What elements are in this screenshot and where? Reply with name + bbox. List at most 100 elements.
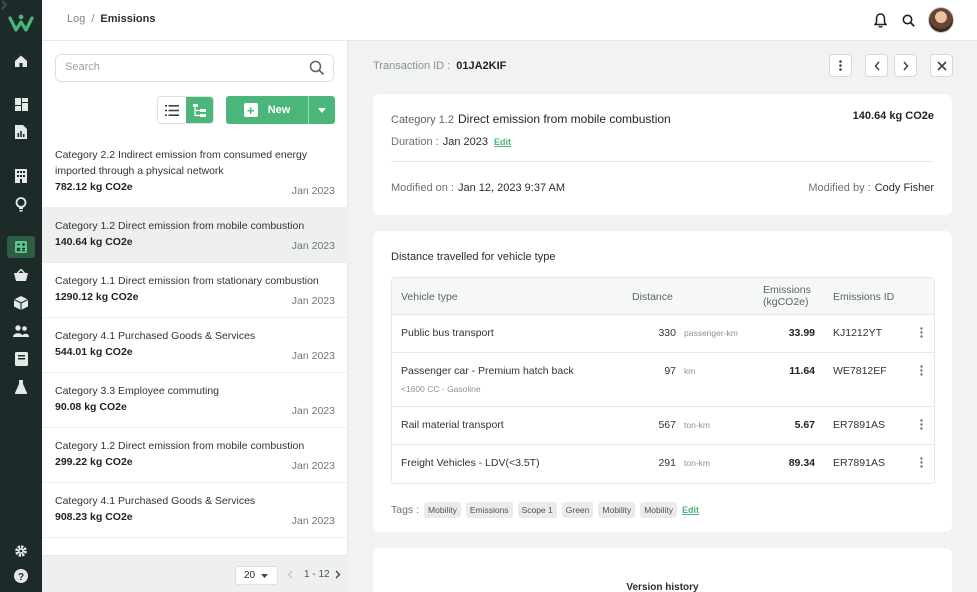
row-menu-icon[interactable] — [916, 327, 926, 341]
version-history-title: Version history — [626, 582, 699, 592]
users-icon[interactable] — [11, 321, 31, 341]
modified-on: Modified on : Jan 12, 2023 9:37 AM — [391, 182, 565, 194]
transaction-id-row: Transaction ID : 01JA2KIF — [373, 60, 506, 72]
dashboard-icon[interactable] — [11, 94, 31, 114]
duration-edit-link[interactable]: Edit — [494, 137, 511, 147]
header-distance[interactable]: Distance — [632, 291, 673, 303]
list-item-title: Category 4.1 Purchased Goods & Services — [55, 495, 256, 507]
summary-category-code: Category 1.2 — [391, 114, 454, 126]
list-item[interactable]: Category 1.1 Direct emission from statio… — [42, 263, 348, 318]
table-row[interactable]: Public bus transport 330 passenger-km 33… — [392, 315, 934, 353]
book-icon[interactable] — [11, 349, 31, 369]
table-row[interactable]: Freight Vehicles - LDV(<3.5T) 291 ton-km… — [392, 445, 934, 483]
vehicle-distance-card: Distance travelled for vehicle type Vehi… — [373, 231, 952, 532]
cell-emissions: 33.99 — [788, 327, 815, 339]
tags-label: Tags : — [391, 504, 420, 516]
duration-value: Jan 2023 — [442, 136, 488, 148]
new-button-main[interactable]: + New — [226, 96, 308, 124]
tag[interactable]: Mobility — [598, 502, 636, 518]
chevron-left-icon — [287, 570, 293, 578]
next-record-button[interactable] — [894, 54, 917, 77]
row-menu-icon[interactable] — [916, 457, 926, 471]
modified-by: Modified by : Cody Fisher — [808, 182, 934, 194]
tag[interactable]: Emissions — [465, 502, 513, 518]
cell-emissions-id: KJ1212YT — [833, 327, 883, 339]
list-item[interactable]: Category 1.2 Direct emission from mobile… — [42, 428, 348, 483]
cell-vehicle-type: Passenger car - Premium hatch back — [401, 365, 574, 377]
close-button[interactable] — [930, 54, 953, 77]
list-item-date: Jan 2023 — [291, 405, 335, 417]
view-toggle — [157, 96, 214, 124]
list-item-title: Category 2.2 Indirect emission from cons… — [55, 149, 308, 177]
list-item[interactable]: Category 1.2 Direct emission from mobile… — [42, 208, 348, 263]
header-emissions-id[interactable]: Emissions ID — [833, 291, 894, 303]
basket-icon[interactable] — [11, 265, 31, 285]
building-icon[interactable] — [11, 166, 31, 186]
summary-category-name: Direct emission from mobile combustion — [457, 112, 671, 126]
list-item-title: Category 4.1 Purchased Goods & Services — [55, 330, 256, 342]
box-icon[interactable] — [11, 293, 31, 313]
tag[interactable]: Scope 1 — [517, 502, 557, 518]
new-dropdown-button[interactable] — [308, 96, 335, 124]
previous-record-button[interactable] — [865, 54, 888, 77]
table-row[interactable]: Rail material transport 567 ton-km 5.67 … — [392, 407, 934, 445]
tag[interactable]: Mobility — [640, 502, 678, 518]
logo-icon[interactable] — [8, 10, 34, 36]
tree-view-button[interactable] — [185, 97, 213, 123]
search-input[interactable] — [65, 61, 295, 73]
tags-row: Tags : Mobility Emissions Scope 1 Green … — [391, 502, 699, 518]
bell-icon[interactable] — [872, 12, 888, 28]
new-button[interactable]: + New — [226, 96, 335, 124]
tags-edit-link[interactable]: Edit — [682, 505, 699, 515]
pagination: 20 1 - 12 — [42, 555, 348, 592]
close-icon — [936, 60, 947, 71]
list-item-date: Jan 2023 — [291, 185, 335, 197]
table-row[interactable]: Passenger car - Premium hatch back <1600… — [392, 353, 934, 407]
list-item[interactable]: Category 4.1 Purchased Goods & Services … — [42, 318, 348, 373]
page-size-select[interactable]: 20 — [235, 566, 278, 585]
search-box — [55, 54, 334, 82]
header-vehicle-type[interactable]: Vehicle type — [401, 291, 458, 303]
tree-view-icon — [192, 103, 206, 117]
next-page-button[interactable] — [332, 567, 344, 581]
list-panel: + New Category 2.2 Indirect emission fro… — [42, 41, 348, 592]
settings-icon[interactable] — [11, 541, 31, 561]
list-view-button[interactable] — [158, 97, 186, 123]
kebab-icon — [839, 60, 842, 71]
tag[interactable]: Green — [561, 502, 594, 518]
search-icon[interactable] — [900, 12, 916, 28]
list-item-date: Jan 2023 — [291, 350, 335, 362]
flask-icon[interactable] — [11, 377, 31, 397]
emission-list: Category 2.2 Indirect emission from cons… — [42, 137, 348, 555]
report-icon[interactable] — [11, 122, 31, 142]
list-item[interactable]: Category 3.3 Employee commuting 90.08 kg… — [42, 373, 348, 428]
list-item-title: Category 1.2 Direct emission from mobile… — [55, 440, 305, 452]
prev-page-button[interactable] — [284, 567, 296, 581]
list-item[interactable]: Category 2.2 Indirect emission from cons… — [42, 137, 348, 208]
calculator-icon[interactable] — [7, 236, 35, 258]
summary-duration: Duration : Jan 2023 Edit — [391, 136, 511, 148]
vehicle-table: Vehicle type Distance Emissions (kgCO2e)… — [391, 277, 935, 484]
list-item[interactable]: Category 4.1 Purchased Goods & Services … — [42, 483, 348, 538]
header-emissions[interactable]: Emissions (kgCO2e) — [763, 284, 823, 308]
help-icon[interactable]: ? — [11, 566, 31, 586]
chevron-down-icon — [261, 573, 269, 578]
cell-unit: ton-km — [684, 420, 710, 430]
more-options-button[interactable] — [829, 54, 852, 77]
cell-unit: ton-km — [684, 458, 710, 468]
table-header: Vehicle type Distance Emissions (kgCO2e)… — [392, 278, 934, 315]
tag[interactable]: Mobility — [424, 502, 461, 518]
lightbulb-icon[interactable] — [11, 194, 31, 214]
row-menu-icon[interactable] — [916, 419, 926, 433]
search-icon[interactable] — [309, 60, 325, 76]
plus-icon: + — [243, 103, 258, 117]
modified-by-value: Cody Fisher — [874, 182, 934, 194]
cell-distance: 291 — [658, 457, 676, 469]
cell-emissions-id: ER7891AS — [833, 457, 885, 469]
row-menu-icon[interactable] — [916, 365, 926, 379]
breadcrumb-root[interactable]: Log — [67, 13, 85, 25]
transaction-id-label: Transaction ID : — [373, 60, 451, 72]
home-icon[interactable] — [11, 51, 31, 71]
expand-icon[interactable] — [0, 0, 8, 13]
avatar[interactable] — [928, 7, 954, 33]
